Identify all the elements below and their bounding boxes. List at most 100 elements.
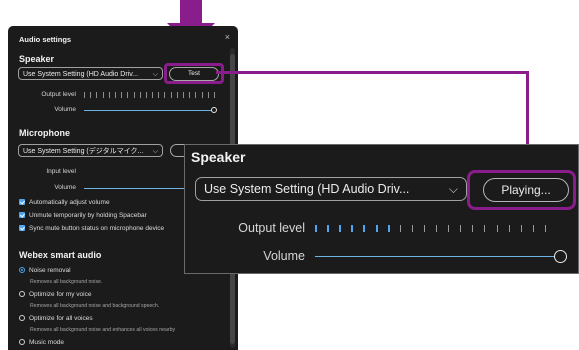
output-level-tick <box>102 92 104 98</box>
inset-output-level-tick <box>375 225 378 232</box>
noise-removal-desc: Removes all background noise. <box>30 279 103 285</box>
speaker-volume-track[interactable] <box>84 110 214 111</box>
sync-mute-label: Sync mute button status on microphone de… <box>29 225 165 232</box>
inset-volume-track[interactable] <box>315 256 560 257</box>
checkbox-checked-icon <box>19 212 25 218</box>
speaker-device-select[interactable]: Use System Setting (HD Audio Driv... ⌵ <box>18 67 163 80</box>
output-level-tick <box>121 92 123 98</box>
output-level-label: Output level <box>41 91 76 98</box>
sync-mute-checkbox[interactable]: Sync mute button status on microphone de… <box>19 225 164 232</box>
callout-connector-vertical <box>526 71 529 153</box>
output-level-tick <box>170 92 172 98</box>
optimize-voice-label: Optimize for my voice <box>29 291 92 298</box>
inset-output-level-tick <box>532 225 534 232</box>
output-level-tick <box>195 92 197 98</box>
inset-volume-label: Volume <box>263 249 305 263</box>
radio-icon <box>19 339 25 345</box>
microphone-device-select[interactable]: Use System Setting (デジタルマイク... ⌵ <box>18 144 163 157</box>
inset-speaker-heading: Speaker <box>191 149 246 165</box>
output-level-tick <box>139 92 141 98</box>
inset-output-level-tick <box>339 225 342 232</box>
music-mode-label: Music mode <box>29 339 65 346</box>
radio-selected-icon <box>19 267 25 273</box>
chevron-down-icon: ⌵ <box>152 71 158 78</box>
output-level-tick <box>152 92 154 98</box>
noise-removal-label: Noise removal <box>29 267 71 274</box>
inset-output-level-label: Output level <box>238 221 305 235</box>
microphone-device-value: Use System Setting (デジタルマイク... <box>23 148 144 155</box>
output-level-tick <box>114 92 116 98</box>
microphone-volume-track[interactable] <box>84 188 184 189</box>
chevron-down-icon: ⌵ <box>152 148 158 155</box>
inset-output-level-tick <box>387 225 390 232</box>
test-button-highlight <box>164 63 224 84</box>
output-level-tick <box>90 92 92 98</box>
inset-output-level-tick <box>484 225 486 232</box>
output-level-tick <box>183 92 185 98</box>
output-level-tick <box>127 92 129 98</box>
unmute-spacebar-label: Unmute temporarily by holding Spacebar <box>29 212 147 219</box>
output-level-tick <box>164 92 166 98</box>
inset-output-level-tick <box>399 225 401 232</box>
optimize-all-voices-radio[interactable]: Optimize for all voices <box>19 315 93 322</box>
music-mode-radio[interactable]: Music mode <box>19 339 64 346</box>
inset-output-level-tick <box>411 225 413 232</box>
speaker-volume-knob[interactable] <box>211 107 217 113</box>
inset-output-level-tick <box>448 225 450 232</box>
callout-arrow-shaft <box>180 0 202 24</box>
inset-output-level-meter <box>315 225 546 232</box>
speaker-heading: Speaker <box>19 54 55 64</box>
input-level-label: Input level <box>46 168 76 175</box>
inset-output-level-tick <box>351 225 354 232</box>
checkbox-checked-icon <box>19 199 25 205</box>
inset-output-level-tick <box>363 225 366 232</box>
inset-output-level-tick <box>520 225 522 232</box>
inset-volume-knob[interactable] <box>554 250 567 263</box>
radio-icon <box>19 291 25 297</box>
optimize-all-voices-label: Optimize for all voices <box>29 315 93 322</box>
output-level-tick <box>84 92 85 98</box>
optimize-voice-radio[interactable]: Optimize for my voice <box>19 291 92 298</box>
output-level-tick <box>207 92 209 98</box>
inset-output-level-tick <box>315 225 317 232</box>
output-level-tick <box>189 92 191 98</box>
inset-output-level-tick <box>327 225 330 232</box>
playing-button-highlight <box>467 170 576 210</box>
output-level-tick <box>158 92 160 98</box>
callout-connector-horizontal <box>216 71 529 74</box>
output-level-tick <box>176 92 178 98</box>
auto-adjust-label: Automatically adjust volume <box>29 199 110 206</box>
output-level-tick <box>96 92 98 98</box>
inset-output-level-tick <box>472 225 474 232</box>
unmute-spacebar-checkbox[interactable]: Unmute temporarily by holding Spacebar <box>19 212 147 219</box>
inset-output-level-tick <box>545 225 546 232</box>
inset-output-level-tick <box>496 225 498 232</box>
dialog-title: Audio settings <box>19 35 72 44</box>
optimize-all-voices-desc: Removes all background noise and enhance… <box>30 327 176 333</box>
inset-output-level-tick <box>436 225 438 232</box>
noise-removal-radio[interactable]: Noise removal <box>19 267 71 274</box>
checkbox-checked-icon <box>19 225 25 231</box>
output-level-tick <box>108 92 110 98</box>
inset-output-level-tick <box>423 225 425 232</box>
speaker-device-value: Use System Setting (HD Audio Driv... <box>23 71 139 78</box>
radio-icon <box>19 315 25 321</box>
microphone-volume-label: Volume <box>54 184 76 191</box>
output-level-tick <box>133 92 135 98</box>
inset-output-level-tick <box>508 225 510 232</box>
output-level-tick <box>214 92 215 98</box>
auto-adjust-checkbox[interactable]: Automatically adjust volume <box>19 199 110 206</box>
speaker-zoom-inset: Speaker Use System Setting (HD Audio Dri… <box>184 144 579 274</box>
output-level-tick <box>145 92 147 98</box>
smart-audio-heading: Webex smart audio <box>19 250 102 260</box>
inset-speaker-device-select[interactable]: Use System Setting (HD Audio Driv... ⌵ <box>195 177 467 201</box>
microphone-heading: Microphone <box>19 128 70 138</box>
speaker-volume-label: Volume <box>54 106 76 113</box>
close-icon[interactable]: × <box>225 32 230 42</box>
chevron-down-icon: ⌵ <box>448 182 458 196</box>
inset-speaker-device-value: Use System Setting (HD Audio Driv... <box>204 182 410 196</box>
output-level-tick <box>201 92 203 98</box>
output-level-meter <box>84 92 215 98</box>
inset-output-level-tick <box>460 225 462 232</box>
optimize-voice-desc: Removes all background noise and backgro… <box>30 303 160 309</box>
